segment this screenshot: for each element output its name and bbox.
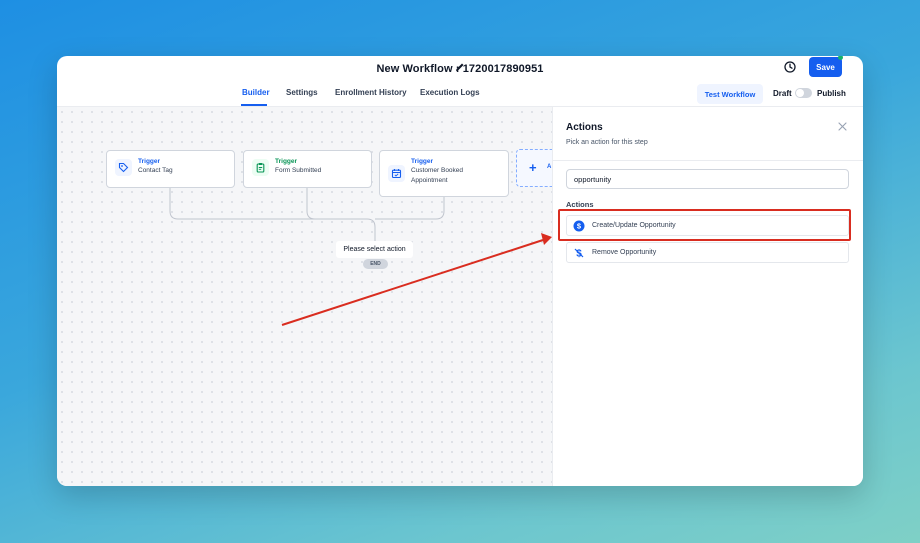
arrow-annotation bbox=[281, 233, 552, 326]
